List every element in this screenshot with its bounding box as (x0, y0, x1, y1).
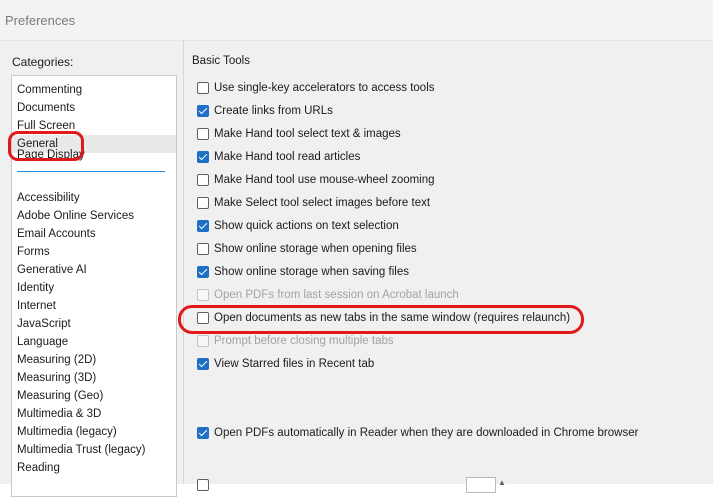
category-item-identity[interactable]: Identity (17, 279, 54, 297)
category-item-internet[interactable]: Internet (17, 297, 56, 315)
checkbox[interactable] (197, 220, 209, 232)
category-item-measuring-3d[interactable]: Measuring (3D) (17, 369, 96, 387)
option-quick-actions[interactable]: Show quick actions on text selection (197, 217, 399, 235)
checkbox[interactable] (197, 174, 209, 186)
checkbox[interactable] (197, 128, 209, 140)
title-bar: Preferences (0, 0, 713, 41)
option-label: Prompt before closing multiple tabs (214, 335, 394, 347)
checkbox[interactable] (197, 358, 209, 370)
option-online-storage-saving[interactable]: Show online storage when saving files (197, 263, 409, 281)
category-item-javascript[interactable]: JavaScript (17, 315, 71, 333)
option-hand-tool-mouse-wheel-zoom[interactable]: Make Hand tool use mouse-wheel zooming (197, 171, 435, 189)
window-title: Preferences (5, 13, 76, 28)
option-label: Make Hand tool read articles (214, 151, 361, 163)
category-item-email-accounts[interactable]: Email Accounts (17, 225, 96, 243)
option-label: Use single-key accelerators to access to… (214, 82, 435, 94)
checkbox[interactable] (197, 427, 209, 439)
annotation-highlight-new-tabs-option (178, 305, 584, 334)
category-item-measuring-geo[interactable]: Measuring (Geo) (17, 387, 103, 405)
category-item-documents[interactable]: Documents (17, 99, 75, 117)
category-item-commenting[interactable]: Commenting (17, 81, 82, 99)
list-divider (17, 171, 165, 172)
checkbox[interactable] (197, 266, 209, 278)
category-item-measuring-2d[interactable]: Measuring (2D) (17, 351, 96, 369)
option-view-starred-files[interactable]: View Starred files in Recent tab (197, 355, 374, 373)
checkbox (197, 335, 209, 347)
option-label: Create links from URLs (214, 105, 333, 117)
category-item-multimedia-trust-legacy[interactable]: Multimedia Trust (legacy) (17, 441, 145, 459)
option-single-key-accelerators[interactable]: Use single-key accelerators to access to… (197, 79, 435, 97)
category-item-forms[interactable]: Forms (17, 243, 50, 261)
option-open-pdfs-in-chrome[interactable]: Open PDFs automatically in Reader when t… (197, 424, 638, 442)
checkbox[interactable] (197, 243, 209, 255)
option-online-storage-opening[interactable]: Show online storage when opening files (197, 240, 417, 258)
option-label: View Starred files in Recent tab (214, 358, 375, 370)
option-hand-tool-select-text[interactable]: Make Hand tool select text & images (197, 125, 401, 143)
spinner-up-icon[interactable]: ▲ (498, 478, 506, 487)
option-label: Show quick actions on text selection (214, 220, 399, 232)
checkbox[interactable] (197, 197, 209, 209)
checkbox[interactable] (197, 105, 209, 117)
annotation-highlight-general (8, 131, 84, 161)
option-prompt-before-closing-tabs: Prompt before closing multiple tabs (197, 332, 394, 350)
option-select-tool-images-first[interactable]: Make Select tool select images before te… (197, 194, 430, 212)
category-item-multimedia-3d[interactable]: Multimedia & 3D (17, 405, 101, 423)
option-create-links-from-urls[interactable]: Create links from URLs (197, 102, 333, 120)
option-label: Make Hand tool select text & images (214, 128, 401, 140)
option-hand-tool-read-articles[interactable]: Make Hand tool read articles (197, 148, 360, 166)
category-item-multimedia-legacy[interactable]: Multimedia (legacy) (17, 423, 117, 441)
option-open-last-session: Open PDFs from last session on Acrobat l… (197, 286, 459, 304)
preferences-dialog: Categories: Commenting Documents Full Sc… (0, 41, 713, 497)
option-label: Open PDFs automatically in Reader when t… (214, 427, 639, 439)
partial-number-field[interactable] (466, 477, 496, 493)
checkbox[interactable] (197, 82, 209, 94)
option-label: Make Hand tool use mouse-wheel zooming (214, 174, 435, 186)
category-item-language[interactable]: Language (17, 333, 68, 351)
option-label: Show online storage when saving files (214, 266, 409, 278)
category-item-generative-ai[interactable]: Generative AI (17, 261, 87, 279)
categories-label: Categories: (12, 55, 74, 69)
partial-checkbox[interactable] (197, 479, 209, 491)
option-label: Open PDFs from last session on Acrobat l… (214, 289, 459, 301)
category-item-adobe-online-services[interactable]: Adobe Online Services (17, 207, 134, 225)
checkbox[interactable] (197, 151, 209, 163)
basic-tools-title: Basic Tools (192, 55, 250, 67)
category-item-accessibility[interactable]: Accessibility (17, 189, 80, 207)
category-item-reading[interactable]: Reading (17, 459, 60, 477)
option-label: Show online storage when opening files (214, 243, 417, 255)
panel-separator (183, 41, 184, 484)
option-label: Make Select tool select images before te… (214, 197, 431, 209)
checkbox (197, 289, 209, 301)
